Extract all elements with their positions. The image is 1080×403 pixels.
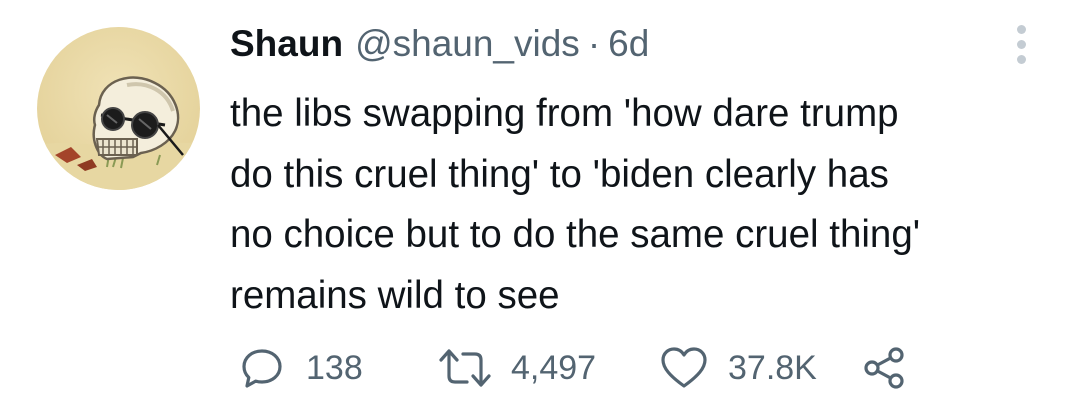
avatar[interactable] bbox=[37, 27, 200, 190]
tweet-text-line: the libs swapping from 'how dare trump bbox=[230, 92, 899, 135]
separator-dot: · bbox=[587, 23, 601, 64]
retweet-count: 4,497 bbox=[511, 348, 597, 387]
tweet-header: Shaun @shaun_vids · 6d bbox=[230, 22, 649, 66]
retweet-icon bbox=[439, 349, 491, 387]
more-vertical-icon[interactable] bbox=[1006, 20, 1036, 68]
tweet-actions: 138 4,497 37.8K bbox=[0, 340, 1080, 396]
user-handle[interactable]: @shaun_vids bbox=[355, 22, 580, 66]
reply-count: 138 bbox=[306, 348, 363, 387]
share-button[interactable] bbox=[862, 340, 908, 396]
like-button[interactable]: 37.8K bbox=[660, 340, 817, 396]
share-icon bbox=[864, 347, 904, 389]
tweet-text-line: no choice but to do the same cruel thing… bbox=[230, 213, 921, 256]
reply-bubble-icon bbox=[242, 349, 282, 388]
heart-icon bbox=[661, 347, 707, 388]
tweet-card[interactable]: Shaun @shaun_vids · 6d the libs swapping… bbox=[0, 0, 1080, 403]
display-name[interactable]: Shaun bbox=[230, 22, 343, 66]
like-count: 37.8K bbox=[728, 348, 817, 387]
reply-button[interactable]: 138 bbox=[240, 340, 363, 396]
skull-avatar-icon bbox=[37, 27, 200, 190]
tweet-text-line: remains wild to see bbox=[230, 273, 560, 317]
tweet-text-line: do this cruel thing' to 'biden clearly h… bbox=[230, 152, 889, 196]
retweet-button[interactable]: 4,497 bbox=[437, 340, 596, 396]
tweet-text: the libs swapping from 'how dare trump d… bbox=[230, 84, 1050, 326]
tweet-timestamp[interactable]: 6d bbox=[608, 22, 649, 66]
